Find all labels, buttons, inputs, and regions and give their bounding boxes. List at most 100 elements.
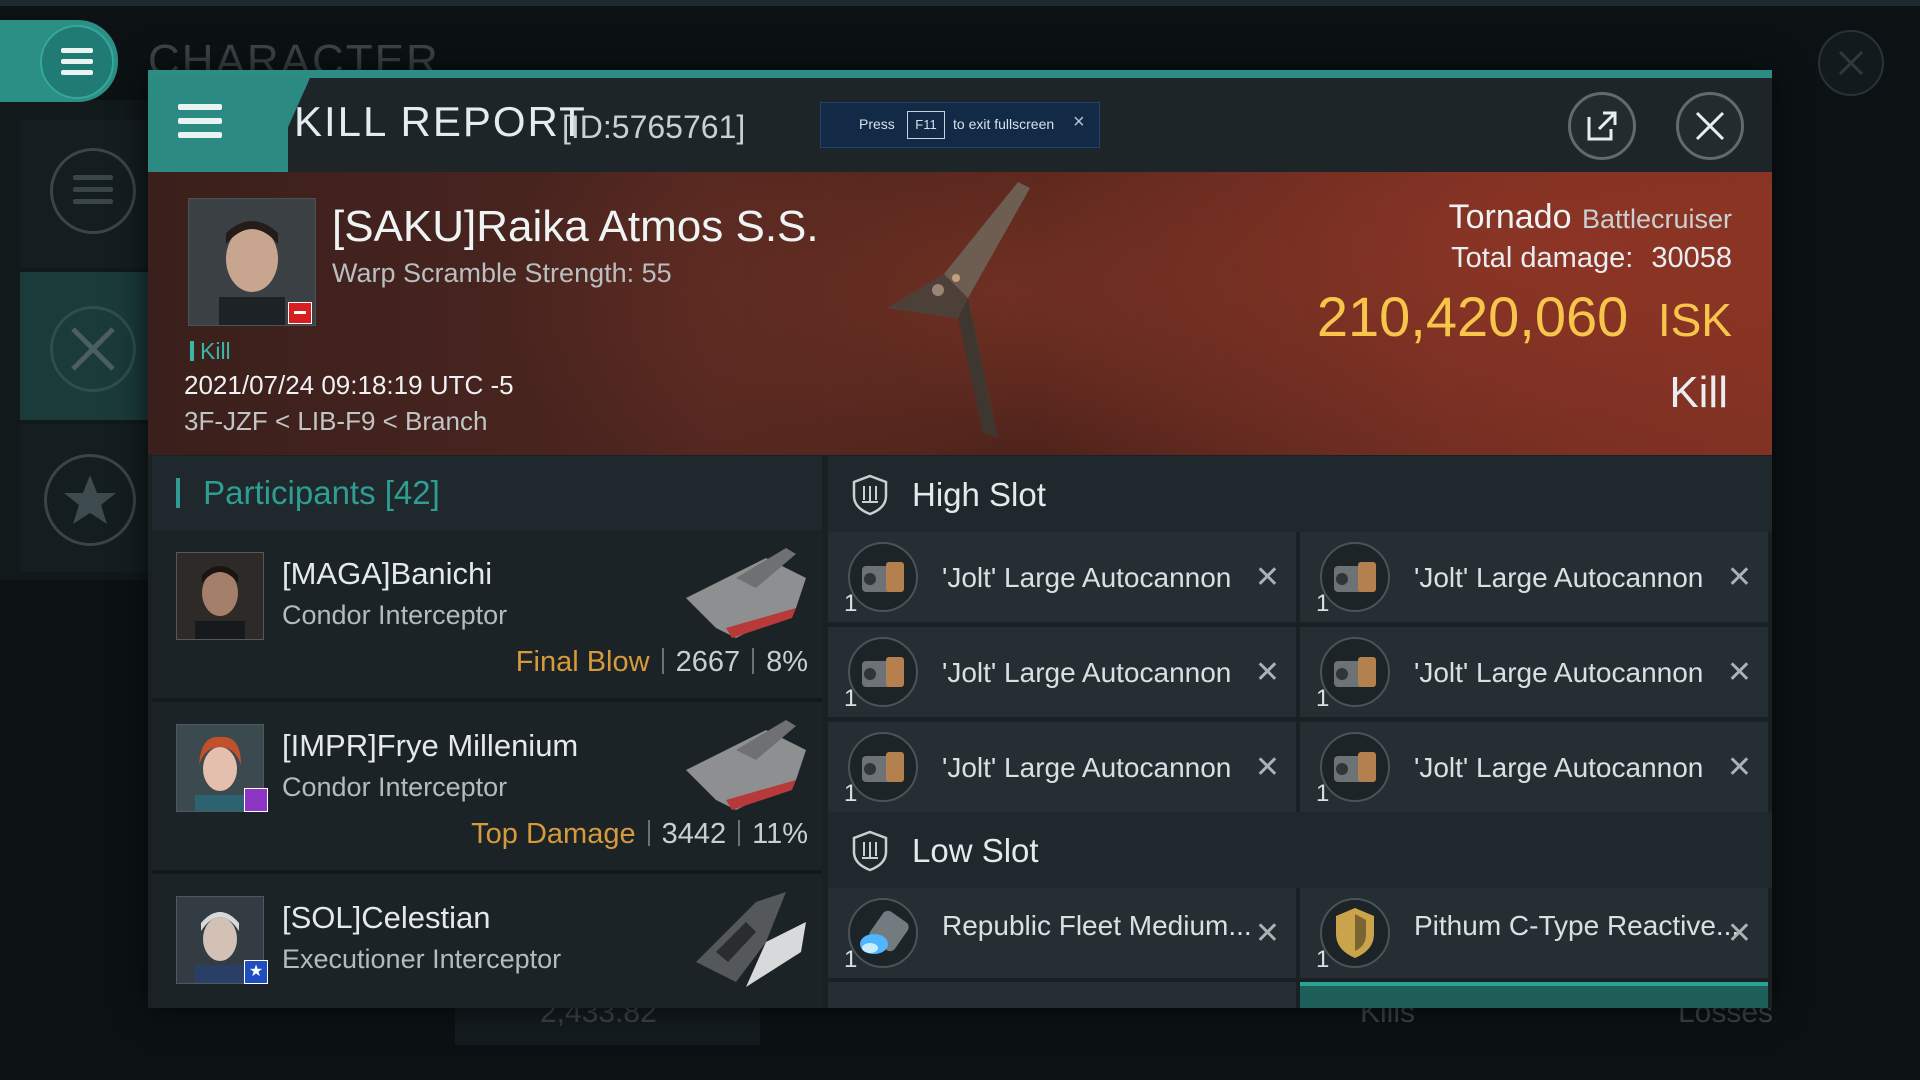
victim-name[interactable]: [SAKU]Raika Atmos S.S. xyxy=(332,202,819,252)
module-name: 'Jolt' Large Autocannon xyxy=(1414,657,1704,688)
module-quantity: 1 xyxy=(1316,946,1330,973)
destroyed-icon: ✕ xyxy=(1254,656,1280,689)
info-badge xyxy=(244,788,268,812)
background-close-button[interactable] xyxy=(1818,30,1884,96)
close-icon xyxy=(1695,111,1725,141)
report-id: [ID:5765761] xyxy=(562,109,746,145)
participants-count: [42] xyxy=(384,474,440,511)
module-slot[interactable]: 1 'Jolt' Large Autocannon ✕ xyxy=(828,627,1296,717)
external-link-icon xyxy=(1587,111,1617,141)
victim-ship-image xyxy=(888,182,1030,438)
f11-key: F11 xyxy=(907,111,945,139)
participant-ship-image xyxy=(686,720,806,810)
victim-banner: [SAKU]Raika Atmos S.S. Warp Scramble Str… xyxy=(148,172,1772,455)
isk-amount: 210,420,060 xyxy=(1316,285,1629,348)
notice-close-icon[interactable]: × xyxy=(1073,111,1085,134)
result-label: Kill xyxy=(1669,368,1728,417)
high-slot-header: High Slot xyxy=(828,456,1772,532)
participant-ship: Condor Interceptor xyxy=(282,772,508,802)
share-button[interactable] xyxy=(1568,92,1636,160)
module-quantity: 1 xyxy=(844,780,858,807)
hamburger-icon xyxy=(178,104,222,138)
destroyed-icon: ✕ xyxy=(1726,751,1752,784)
hamburger-icon xyxy=(61,48,93,75)
module-slot[interactable]: 1 'Jolt' Large Autocannon ✕ xyxy=(828,532,1296,622)
module-quantity: 1 xyxy=(1316,590,1330,617)
participant-percent: 11% xyxy=(752,818,808,850)
destroyed-icon: ✕ xyxy=(1726,561,1752,594)
top-strip xyxy=(0,0,1920,6)
module-slot[interactable]: 1 'Jolt' Large Autocannon ✕ xyxy=(1300,722,1768,812)
participants-header: Participants [42] xyxy=(152,456,822,530)
module-slot[interactable]: 1 'Jolt' Large Autocannon ✕ xyxy=(828,722,1296,812)
victim-ship: Tornado Battlecruiser xyxy=(1449,198,1732,237)
isk-unit: ISK xyxy=(1657,294,1732,346)
total-damage-label: Total damage: xyxy=(1451,242,1634,274)
destroyed-icon: ✕ xyxy=(1254,917,1280,950)
module-slot[interactable]: 1 Pithum C-Type Reactive... ✕ xyxy=(1300,888,1768,978)
low-slot-header: Low Slot xyxy=(828,812,1772,888)
participants-title: Participants [42] xyxy=(176,474,440,512)
kill-location: 3F-JZF < LIB-F9 < Branch xyxy=(184,406,488,436)
participant-ship-image xyxy=(686,548,806,638)
module-name: Republic Fleet Medium... xyxy=(942,910,1252,941)
participant-row[interactable]: [IMPR]Frye Millenium Condor Interceptor … xyxy=(152,702,822,874)
total-damage-value: 30058 xyxy=(1651,242,1732,274)
participant-stat-label: Final Blow xyxy=(515,646,650,678)
sidebar-item-favorites[interactable] xyxy=(20,424,148,572)
module-name: Pithum C-Type Reactive... xyxy=(1414,910,1740,941)
fullscreen-notice: Press F11 to exit fullscreen × xyxy=(820,102,1100,148)
participant-damage: 3442 xyxy=(661,818,727,850)
module-name: 'Jolt' Large Autocannon xyxy=(942,657,1232,688)
participant-name[interactable]: [MAGA]Banichi xyxy=(282,556,492,592)
low-slot-title: Low Slot xyxy=(912,832,1039,869)
module-slot-partial[interactable] xyxy=(1300,982,1768,1008)
total-damage: Total damage: 30058 xyxy=(1451,242,1732,275)
participant-ship: Condor Interceptor xyxy=(282,600,508,630)
warp-scramble-strength: Warp Scramble Strength: 55 xyxy=(332,258,672,288)
module-name: 'Jolt' Large Autocannon xyxy=(1414,752,1704,783)
participants-label: Participants xyxy=(203,474,376,511)
main-menu-button[interactable] xyxy=(0,20,118,102)
participant-row[interactable]: [MAGA]Banichi Condor Interceptor Final B… xyxy=(152,530,822,702)
modal-menu-button[interactable] xyxy=(148,78,288,172)
participant-avatar[interactable] xyxy=(176,552,264,640)
participant-name[interactable]: [IMPR]Frye Millenium xyxy=(282,728,578,764)
participant-name[interactable]: [SOL]Celestian xyxy=(282,900,491,936)
fullscreen-notice-suffix: to exit fullscreen xyxy=(953,116,1055,132)
participant-ship: Executioner Interceptor xyxy=(282,944,562,974)
shield-slot-icon xyxy=(852,474,888,516)
star-icon: ★ xyxy=(244,960,268,984)
module-quantity: 1 xyxy=(844,685,858,712)
destroyed-icon: ✕ xyxy=(1254,751,1280,784)
list-icon xyxy=(50,148,136,234)
participant-row[interactable]: ★ [SOL]Celestian Executioner Interceptor xyxy=(152,874,822,1008)
participant-stats: Top Damage 3442 11% xyxy=(471,818,808,851)
participant-damage: 2667 xyxy=(675,646,741,678)
participant-ship-image xyxy=(696,892,806,987)
close-icon xyxy=(1838,50,1864,76)
ship-name: Tornado xyxy=(1448,198,1572,236)
module-quantity: 1 xyxy=(1316,780,1330,807)
star-icon xyxy=(44,454,136,546)
participant-stat-label: Top Damage xyxy=(471,818,636,850)
module-slot[interactable]: 1 'Jolt' Large Autocannon ✕ xyxy=(1300,627,1768,717)
module-slot[interactable]: 1 Republic Fleet Medium... ✕ xyxy=(828,888,1296,978)
fullscreen-notice-prefix: Press xyxy=(859,116,895,132)
sidebar-item-list[interactable] xyxy=(20,120,148,268)
module-slot[interactable]: 1 'Jolt' Large Autocannon ✕ xyxy=(1300,532,1768,622)
kill-datetime: 2021/07/24 09:18:19 UTC -5 xyxy=(184,370,514,400)
module-name: 'Jolt' Large Autocannon xyxy=(942,752,1232,783)
module-quantity: 1 xyxy=(1316,685,1330,712)
modal-accent-line xyxy=(148,70,1772,78)
modal-title: KILL REPORT xyxy=(294,98,587,145)
destroyed-icon: ✕ xyxy=(1726,656,1752,689)
sidebar-item-combat[interactable] xyxy=(20,272,148,420)
high-slot-title: High Slot xyxy=(912,476,1046,513)
module-slot-partial[interactable] xyxy=(828,982,1296,1008)
kill-tag: Kill xyxy=(190,338,231,365)
ship-class: Battlecruiser xyxy=(1581,204,1732,234)
module-name: 'Jolt' Large Autocannon xyxy=(1414,562,1704,593)
participant-stats: Final Blow 2667 8% xyxy=(516,646,808,679)
close-button[interactable] xyxy=(1676,92,1744,160)
